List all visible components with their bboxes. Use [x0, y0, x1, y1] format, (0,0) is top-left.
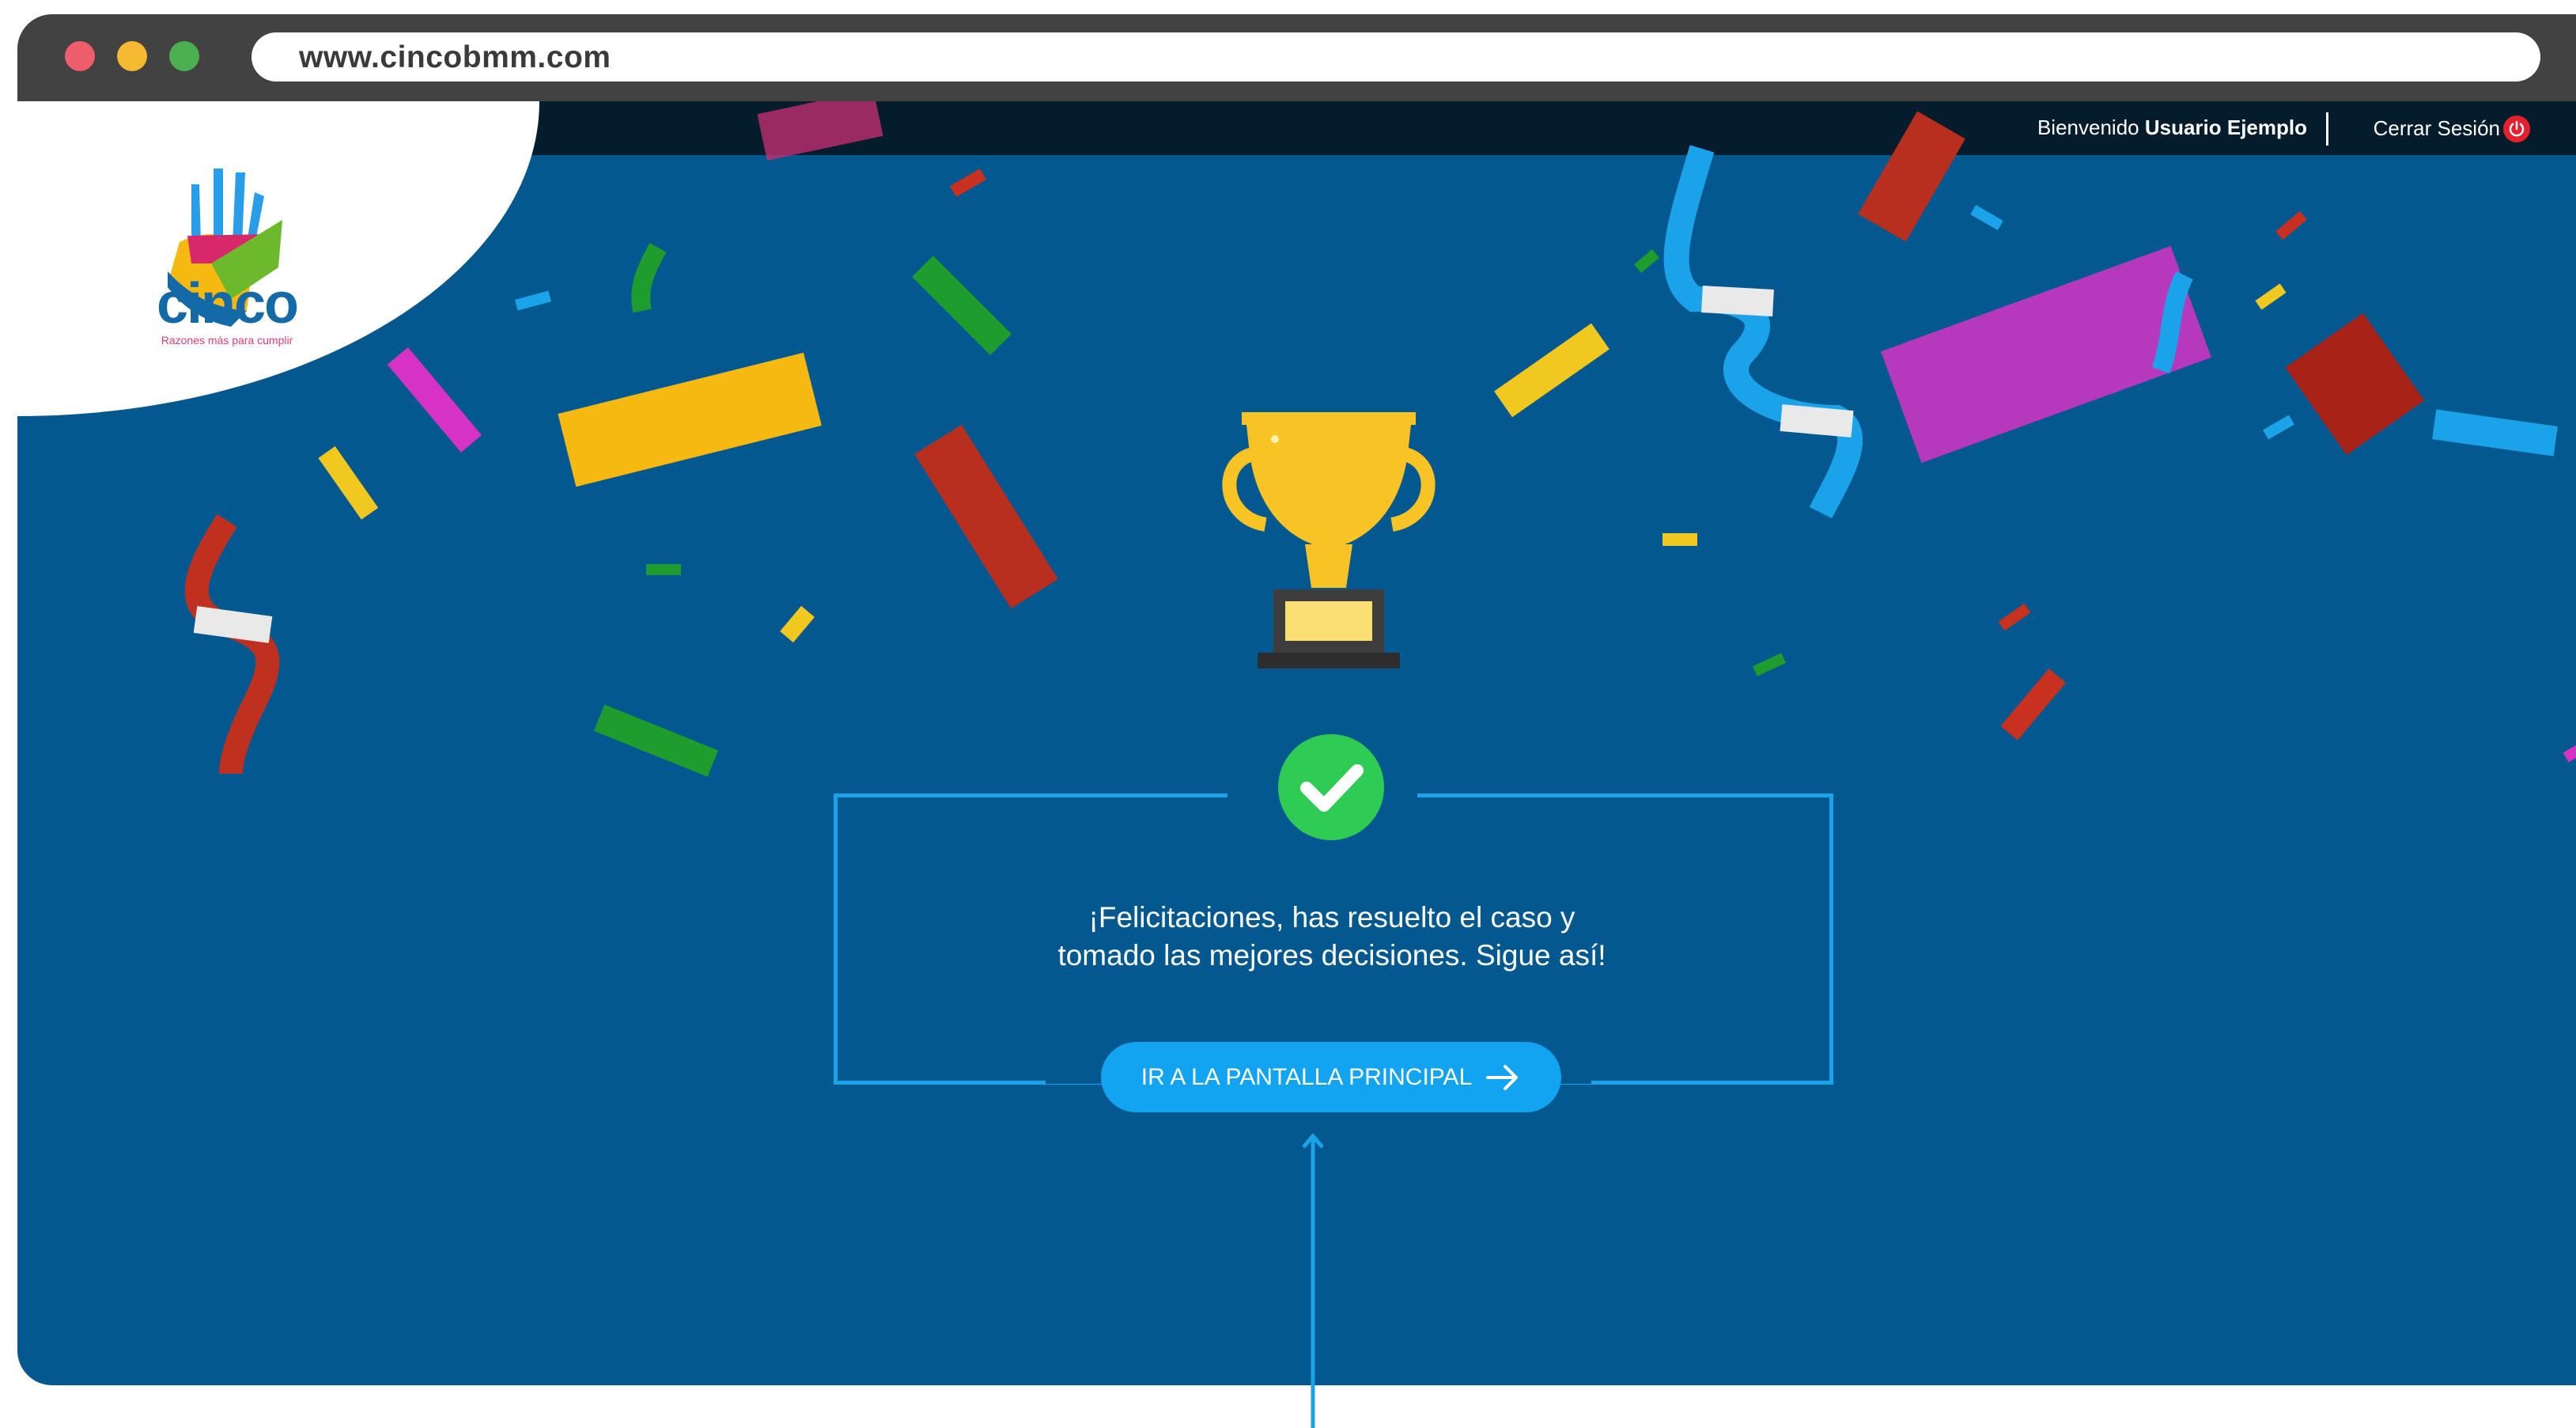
- button-label: IR A LA PANTALLA PRINCIPAL: [1140, 1063, 1473, 1090]
- message-line-2: tomado las mejores decisiones. Sigue así…: [1057, 939, 1606, 972]
- trophy-icon: [1222, 412, 1436, 669]
- check-circle-icon: [1278, 734, 1384, 840]
- close-window-button[interactable]: [65, 41, 95, 71]
- congratulations-message: ¡Felicitaciones, has resuelto el caso y …: [992, 899, 1672, 975]
- go-to-main-screen-button[interactable]: IR A LA PANTALLA PRINCIPAL: [1101, 1042, 1561, 1112]
- message-line-1: ¡Felicitaciones, has resuelto el caso y: [1088, 901, 1575, 934]
- url-text: www.cincobmm.com: [299, 40, 611, 74]
- maximize-window-button[interactable]: [169, 41, 199, 71]
- browser-window: www.cincobmm.com Bienvenido Usuario Ejem…: [17, 14, 2576, 1385]
- browser-chrome: www.cincobmm.com: [17, 14, 2576, 101]
- arrow-right-icon: [1486, 1064, 1519, 1090]
- minimize-window-button[interactable]: [117, 41, 147, 71]
- logo-tagline: Razones más para cumplir: [161, 334, 293, 347]
- logo-wordmark: cinco: [156, 272, 299, 335]
- pointer-arrow: [1302, 1133, 1324, 1428]
- address-bar[interactable]: www.cincobmm.com: [252, 32, 2540, 81]
